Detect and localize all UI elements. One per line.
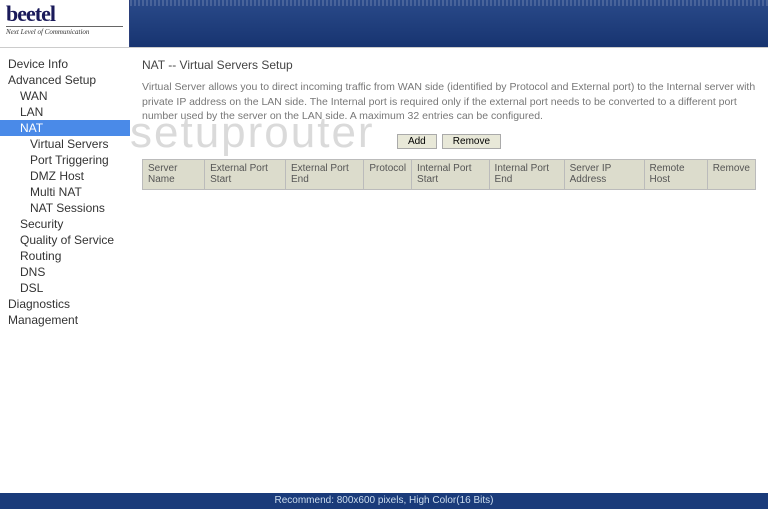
nav-device-info[interactable]: Device Info xyxy=(0,56,130,72)
nav-advanced-setup[interactable]: Advanced Setup xyxy=(0,72,130,88)
th-int-port-end: Internal Port End xyxy=(489,160,564,190)
logo-area: beetel Next Level of Communication xyxy=(0,0,130,47)
nav-qos[interactable]: Quality of Service xyxy=(0,232,130,248)
content-area: NAT -- Virtual Servers Setup Virtual Ser… xyxy=(130,48,768,493)
page-title: NAT -- Virtual Servers Setup xyxy=(142,58,756,72)
nav-dns[interactable]: DNS xyxy=(0,264,130,280)
nav-nat-sessions[interactable]: NAT Sessions xyxy=(0,200,130,216)
nav-port-triggering[interactable]: Port Triggering xyxy=(0,152,130,168)
th-protocol: Protocol xyxy=(364,160,412,190)
virtual-servers-table: Server Name External Port Start External… xyxy=(142,159,756,190)
nav-multi-nat[interactable]: Multi NAT xyxy=(0,184,130,200)
button-row: Add Remove xyxy=(142,134,756,149)
table-header-row: Server Name External Port Start External… xyxy=(143,160,756,190)
footer-bar: Recommend: 800x600 pixels, High Color(16… xyxy=(0,493,768,509)
nav-nat[interactable]: NAT xyxy=(0,120,130,136)
page-description: Virtual Server allows you to direct inco… xyxy=(142,80,756,124)
nav-dsl[interactable]: DSL xyxy=(0,280,130,296)
nav-virtual-servers[interactable]: Virtual Servers xyxy=(0,136,130,152)
add-button[interactable]: Add xyxy=(397,134,437,149)
nav-routing[interactable]: Routing xyxy=(0,248,130,264)
logo-tagline: Next Level of Communication xyxy=(6,26,123,36)
nav-lan[interactable]: LAN xyxy=(0,104,130,120)
logo-brand: beetel xyxy=(6,4,123,24)
nav-dmz-host[interactable]: DMZ Host xyxy=(0,168,130,184)
th-remove: Remove xyxy=(707,160,755,190)
nav-wan[interactable]: WAN xyxy=(0,88,130,104)
header-banner xyxy=(130,0,768,47)
th-ext-port-start: External Port Start xyxy=(205,160,286,190)
th-server-name: Server Name xyxy=(143,160,205,190)
sidebar: Device Info Advanced Setup WAN LAN NAT V… xyxy=(0,48,130,493)
header-bar: beetel Next Level of Communication xyxy=(0,0,768,48)
nav-diagnostics[interactable]: Diagnostics xyxy=(0,296,130,312)
footer-text: Recommend: 800x600 pixels, High Color(16… xyxy=(275,495,494,506)
th-remote-host: Remote Host xyxy=(644,160,707,190)
th-server-ip: Server IP Address xyxy=(564,160,644,190)
th-ext-port-end: External Port End xyxy=(285,160,363,190)
remove-button[interactable]: Remove xyxy=(442,134,501,149)
nav-management[interactable]: Management xyxy=(0,312,130,328)
nav-security[interactable]: Security xyxy=(0,216,130,232)
th-int-port-start: Internal Port Start xyxy=(412,160,490,190)
